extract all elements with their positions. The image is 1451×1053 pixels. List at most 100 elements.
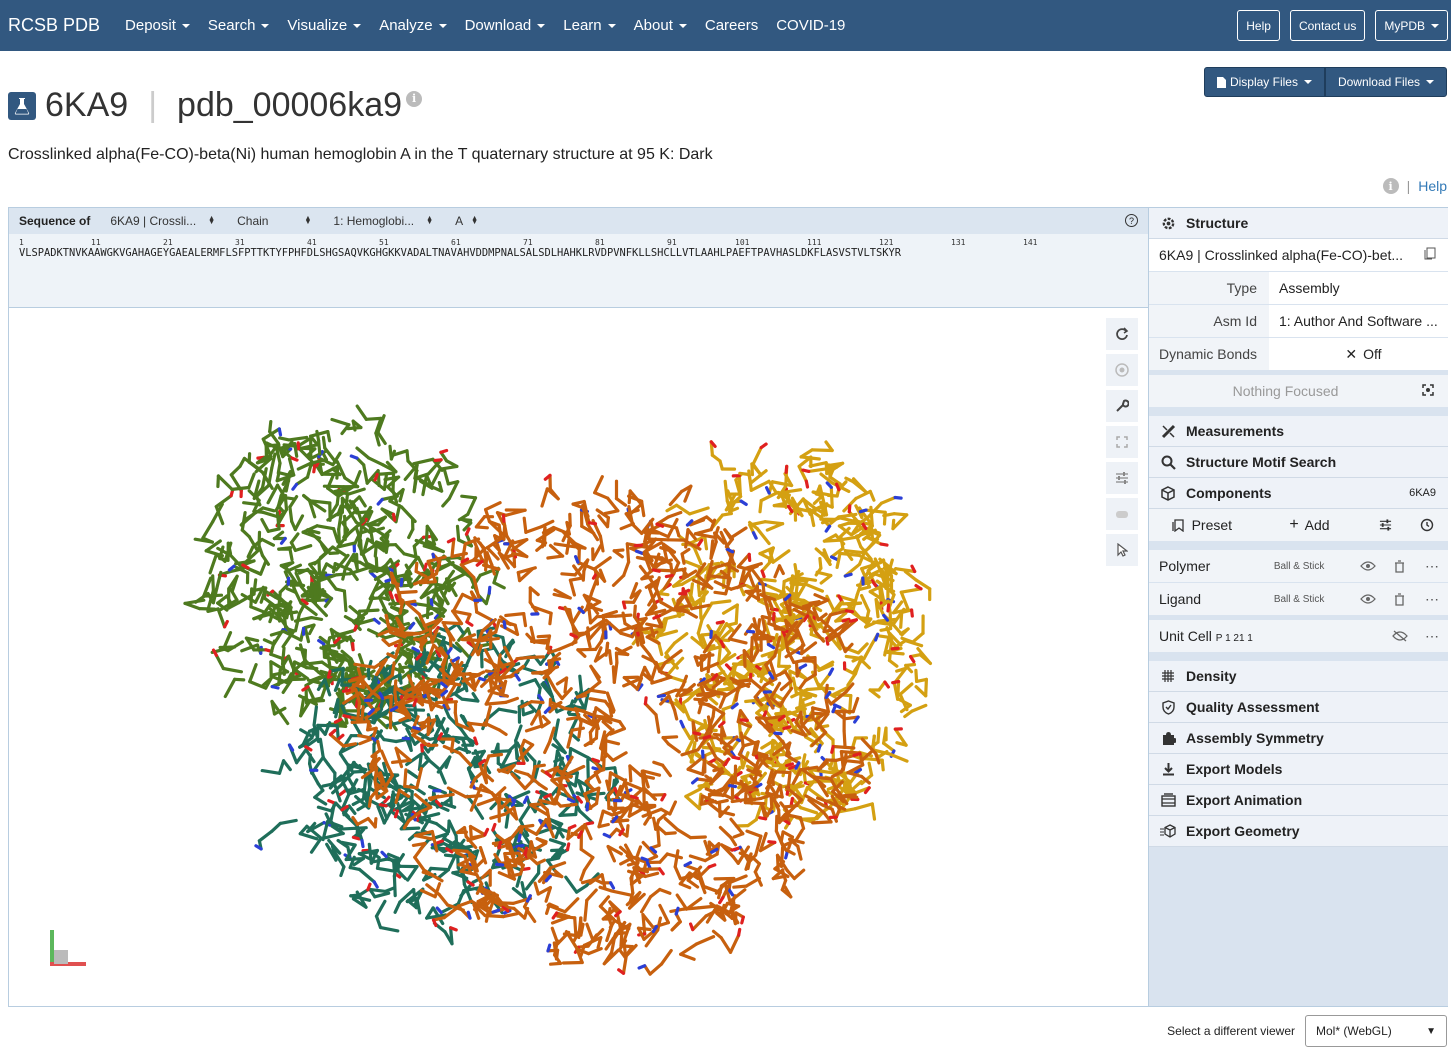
mode-select[interactable]: Chain ▲ ▼ <box>237 214 311 228</box>
entry-select[interactable]: 6KA9 | Crossli... ▲ ▼ <box>110 214 215 228</box>
help-link[interactable]: Help <box>1418 178 1447 194</box>
file-buttons: Display Files Download Files <box>1203 67 1447 97</box>
ligand-component[interactable]: Ligand Ball & Stick ⋯ <box>1149 583 1448 616</box>
options-sliders-icon[interactable] <box>1364 519 1406 531</box>
symmetry-section[interactable]: Assembly Symmetry <box>1149 723 1448 754</box>
more-icon[interactable]: ⋯ <box>1416 558 1448 575</box>
mypdb-button[interactable]: MyPDB <box>1375 10 1448 41</box>
viewer-select-footer: Select a different viewer Mol* (WebGL) ▼ <box>1167 1015 1447 1047</box>
nav-right-buttons: Help Contact us MyPDB <box>1237 10 1448 41</box>
camera-icon[interactable] <box>1106 354 1138 386</box>
settings-sliders-icon[interactable] <box>1106 462 1138 494</box>
3d-canvas[interactable] <box>9 308 1148 1006</box>
export-models-section[interactable]: Export Models <box>1149 754 1448 785</box>
nav-about[interactable]: About <box>634 17 687 34</box>
nav-deposit[interactable]: Deposit <box>125 17 190 34</box>
export-animation-section[interactable]: Export Animation <box>1149 785 1448 816</box>
measurements-section[interactable]: Measurements <box>1149 416 1448 447</box>
divider: | <box>1406 178 1411 194</box>
spacer <box>1149 542 1448 550</box>
type-value[interactable]: Assembly <box>1269 280 1448 296</box>
entity-select[interactable]: 1: Hemoglobi... ▲ ▼ <box>333 214 433 228</box>
export-geometry-section[interactable]: Export Geometry <box>1149 816 1448 847</box>
molecule-structure[interactable] <box>9 308 1148 1006</box>
nav-visualize[interactable]: Visualize <box>287 17 362 34</box>
caret-down-icon <box>1426 80 1434 84</box>
info-icon[interactable]: i <box>406 90 423 107</box>
help-button[interactable]: Help <box>1237 10 1280 41</box>
type-label: Type <box>1149 272 1269 304</box>
eye-slash-icon[interactable] <box>1384 630 1416 642</box>
caret-down-icon <box>678 23 687 28</box>
caret-down-icon <box>1431 23 1439 28</box>
nav-covid[interactable]: COVID-19 <box>776 17 845 34</box>
wrench-icon[interactable] <box>1106 390 1138 422</box>
ligand-representation[interactable]: Ball & Stick <box>1274 594 1352 605</box>
pointer-icon[interactable] <box>1106 534 1138 566</box>
components-actions: Preset + Add <box>1149 509 1448 542</box>
more-icon[interactable]: ⋯ <box>1416 591 1448 608</box>
trash-icon[interactable] <box>1384 592 1416 606</box>
cube-export-icon <box>1159 824 1177 838</box>
sequence-label: Sequence of <box>19 214 91 228</box>
quality-section[interactable]: Quality Assessment <box>1149 692 1448 723</box>
eye-icon[interactable] <box>1352 594 1384 604</box>
ligand-label: Ligand <box>1159 591 1202 607</box>
polymer-representation[interactable]: Ball & Stick <box>1274 561 1352 572</box>
brand-logo[interactable]: RCSB PDB <box>8 15 100 36</box>
sequence-panel: Sequence of 6KA9 | Crossli... ▲ ▼ Chain ▲ ▼ … <box>9 208 1148 308</box>
download-files-button[interactable]: Download Files <box>1324 67 1447 97</box>
caret-down-icon <box>438 23 447 28</box>
caret-down-icon <box>607 23 616 28</box>
nav-learn[interactable]: Learn <box>563 17 616 34</box>
copy-icon[interactable] <box>1424 247 1436 263</box>
file-icon <box>1216 76 1226 88</box>
axes-icon <box>50 930 86 966</box>
polymer-component[interactable]: Polymer Ball & Stick ⋯ <box>1149 550 1448 583</box>
question-icon[interactable]: ? <box>1125 214 1138 227</box>
history-icon[interactable] <box>1406 518 1448 532</box>
viewer-select[interactable]: Mol* (WebGL) ▼ <box>1305 1015 1447 1047</box>
components-section[interactable]: Components 6KA9 <box>1149 478 1448 509</box>
expand-icon[interactable] <box>1106 426 1138 458</box>
caret-down-icon <box>261 23 270 28</box>
focus-target-icon[interactable] <box>1422 383 1434 399</box>
asm-value[interactable]: 1: Author And Software ... <box>1269 313 1448 329</box>
dynamic-bonds-toggle[interactable]: ✕ Off <box>1269 346 1448 363</box>
download-icon <box>1159 762 1177 776</box>
asm-label: Asm Id <box>1149 305 1269 337</box>
nav-download[interactable]: Download <box>465 17 546 34</box>
type-row: Type Assembly <box>1149 272 1448 305</box>
add-button[interactable]: + Add <box>1255 516 1365 534</box>
nav-careers[interactable]: Careers <box>705 17 758 34</box>
unit-cell-component[interactable]: Unit Cell P 1 21 1 ⋯ <box>1149 620 1448 653</box>
cube-icon <box>1159 485 1177 501</box>
plus-icon: + <box>1289 516 1299 533</box>
polymer-label: Polymer <box>1159 558 1211 574</box>
preset-button[interactable]: Preset <box>1149 517 1255 533</box>
structure-section[interactable]: Structure <box>1149 208 1448 239</box>
contact-button[interactable]: Contact us <box>1289 10 1366 41</box>
display-files-button[interactable]: Display Files <box>1203 67 1325 97</box>
motif-search-section[interactable]: Structure Motif Search <box>1149 447 1448 478</box>
info-icon[interactable]: i <box>1382 178 1399 194</box>
eye-icon[interactable] <box>1352 561 1384 571</box>
structure-name[interactable]: 6KA9 | Crosslinked alpha(Fe-CO)-bet... <box>1159 247 1403 263</box>
more-icon[interactable]: ⋯ <box>1416 628 1448 645</box>
nav-search[interactable]: Search <box>208 17 270 34</box>
trash-icon[interactable] <box>1384 559 1416 573</box>
nav-analyze[interactable]: Analyze <box>379 17 447 34</box>
reset-icon[interactable] <box>1106 318 1138 350</box>
bookmark-icon <box>1171 518 1184 532</box>
structure-select-row[interactable]: 6KA9 | Crosslinked alpha(Fe-CO)-bet... <box>1149 239 1448 272</box>
chain-select[interactable]: A ▲ ▼ <box>455 214 478 228</box>
spacer <box>1149 653 1448 661</box>
structure-title: Crosslinked alpha(Fe-CO)-beta(Ni) human … <box>8 146 713 163</box>
sequence-residues[interactable]: VLSPADKTNVKAAWGKVGAHAGEYGAEALERMFLSFPTTK… <box>19 247 901 259</box>
density-section[interactable]: Density <box>1149 661 1448 692</box>
updown-icon: ▲ ▼ <box>471 215 479 226</box>
vr-icon[interactable] <box>1106 498 1138 530</box>
puzzle-icon <box>1159 731 1177 746</box>
dynamic-bonds-label: Dynamic Bonds <box>1149 338 1269 370</box>
asm-row: Asm Id 1: Author And Software ... <box>1149 305 1448 338</box>
